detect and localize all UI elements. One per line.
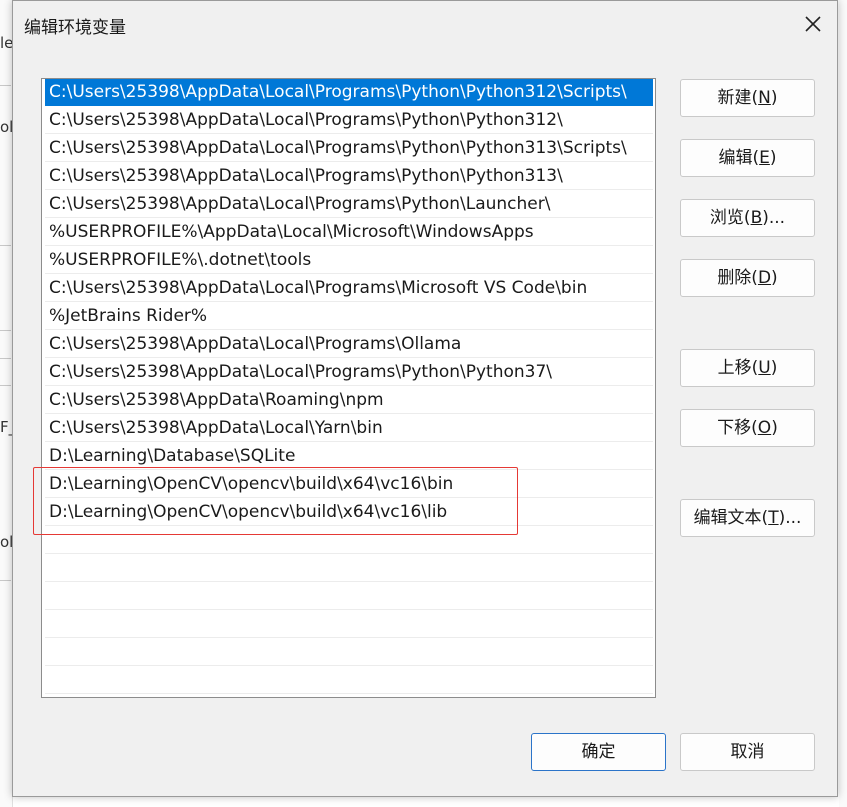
path-list-item[interactable]: %USERPROFILE%\.dotnet\tools (45, 247, 653, 274)
background-divider (0, 245, 11, 246)
delete-button[interactable]: 删除(D) (680, 259, 815, 297)
edit-text-button-accelerator: T (768, 508, 779, 528)
new-button-accelerator: N (758, 88, 771, 108)
background-divider (0, 85, 11, 86)
delete-button-accelerator: D (757, 268, 772, 288)
new-button[interactable]: 新建(N) (680, 79, 815, 117)
path-list-item[interactable]: C:\Users\25398\AppData\Local\Programs\Py… (45, 135, 653, 162)
path-list-item[interactable]: C:\Users\25398\AppData\Roaming\npm (45, 387, 653, 414)
edit-button-suffix: ) (769, 148, 777, 168)
browse-button-label: 浏览( (709, 208, 751, 228)
new-button-suffix: ) (770, 88, 778, 108)
move-down-button-suffix: ) (771, 418, 778, 438)
move-up-button-accelerator: U (758, 358, 771, 378)
move-up-button[interactable]: 上移(U) (680, 349, 815, 387)
path-list-empty-row[interactable] (45, 639, 653, 666)
path-list-item[interactable]: D:\Learning\OpenCV\opencv\build\x64\vc16… (45, 471, 653, 498)
edit-button-accelerator: E (759, 148, 770, 168)
path-list[interactable]: C:\Users\25398\AppData\Local\Programs\Py… (41, 78, 656, 698)
background-window-edge-right (839, 0, 847, 807)
move-up-button-label: 上移( (717, 358, 759, 378)
background-divider (0, 358, 11, 359)
new-button-label: 新建( (717, 88, 759, 108)
path-list-item[interactable]: %JetBrains Rider% (45, 303, 653, 330)
path-list-empty-row[interactable] (45, 555, 653, 582)
edit-button-label: 编辑( (718, 148, 760, 168)
edit-text-button[interactable]: 编辑文本(T)... (680, 499, 815, 537)
path-list-empty-row[interactable] (45, 667, 653, 694)
dialog-title: 编辑环境变量 (24, 18, 126, 38)
background-divider (0, 580, 11, 581)
title-bar[interactable]: 编辑环境变量 (13, 1, 837, 47)
path-list-item[interactable]: C:\Users\25398\AppData\Local\Programs\Py… (45, 107, 653, 134)
background-divider (0, 385, 11, 386)
path-list-empty-row[interactable] (45, 527, 653, 554)
path-list-item[interactable]: C:\Users\25398\AppData\Local\Programs\Py… (45, 163, 653, 190)
delete-button-suffix: ) (771, 268, 778, 288)
delete-button-label: 删除( (717, 268, 758, 288)
path-list-item[interactable]: D:\Learning\OpenCV\opencv\build\x64\vc16… (45, 499, 653, 526)
browse-button[interactable]: 浏览(B)... (680, 199, 815, 237)
browse-button-suffix: )... (762, 208, 786, 228)
path-list-item[interactable]: C:\Users\25398\AppData\Local\Programs\Py… (45, 79, 653, 106)
path-list-item[interactable]: D:\Learning\Database\SQLite (45, 443, 653, 470)
path-list-item[interactable]: C:\Users\25398\AppData\Local\Programs\Ol… (45, 331, 653, 358)
edit-text-button-label: 编辑文本( (693, 508, 769, 528)
path-list-item[interactable]: %USERPROFILE%\AppData\Local\Microsoft\Wi… (45, 219, 653, 246)
move-up-button-suffix: ) (770, 358, 778, 378)
ok-button[interactable]: 确定 (531, 733, 666, 771)
move-down-button[interactable]: 下移(O) (680, 409, 815, 447)
edit-text-button-suffix: )... (778, 508, 802, 528)
path-list-empty-row[interactable] (45, 611, 653, 638)
path-list-item[interactable]: C:\Users\25398\AppData\Local\Programs\Py… (45, 359, 653, 386)
browse-button-accelerator: B (750, 208, 763, 228)
path-list-item[interactable]: C:\Users\25398\AppData\Local\Programs\Mi… (45, 275, 653, 302)
move-down-button-label: 下移( (717, 418, 758, 438)
path-list-empty-row[interactable] (45, 583, 653, 610)
path-list-item[interactable]: C:\Users\25398\AppData\Local\Yarn\bin (45, 415, 653, 442)
background-divider (0, 330, 11, 331)
close-button[interactable] (799, 11, 827, 37)
edit-button[interactable]: 编辑(E) (680, 139, 815, 177)
close-icon (805, 16, 821, 32)
move-down-button-accelerator: O (757, 418, 772, 438)
path-list-item[interactable]: C:\Users\25398\AppData\Local\Programs\Py… (45, 191, 653, 218)
cancel-button[interactable]: 取消 (680, 733, 815, 771)
edit-environment-variable-dialog: 编辑环境变量 C:\Users\25398\AppData\Local\Prog… (12, 0, 838, 797)
